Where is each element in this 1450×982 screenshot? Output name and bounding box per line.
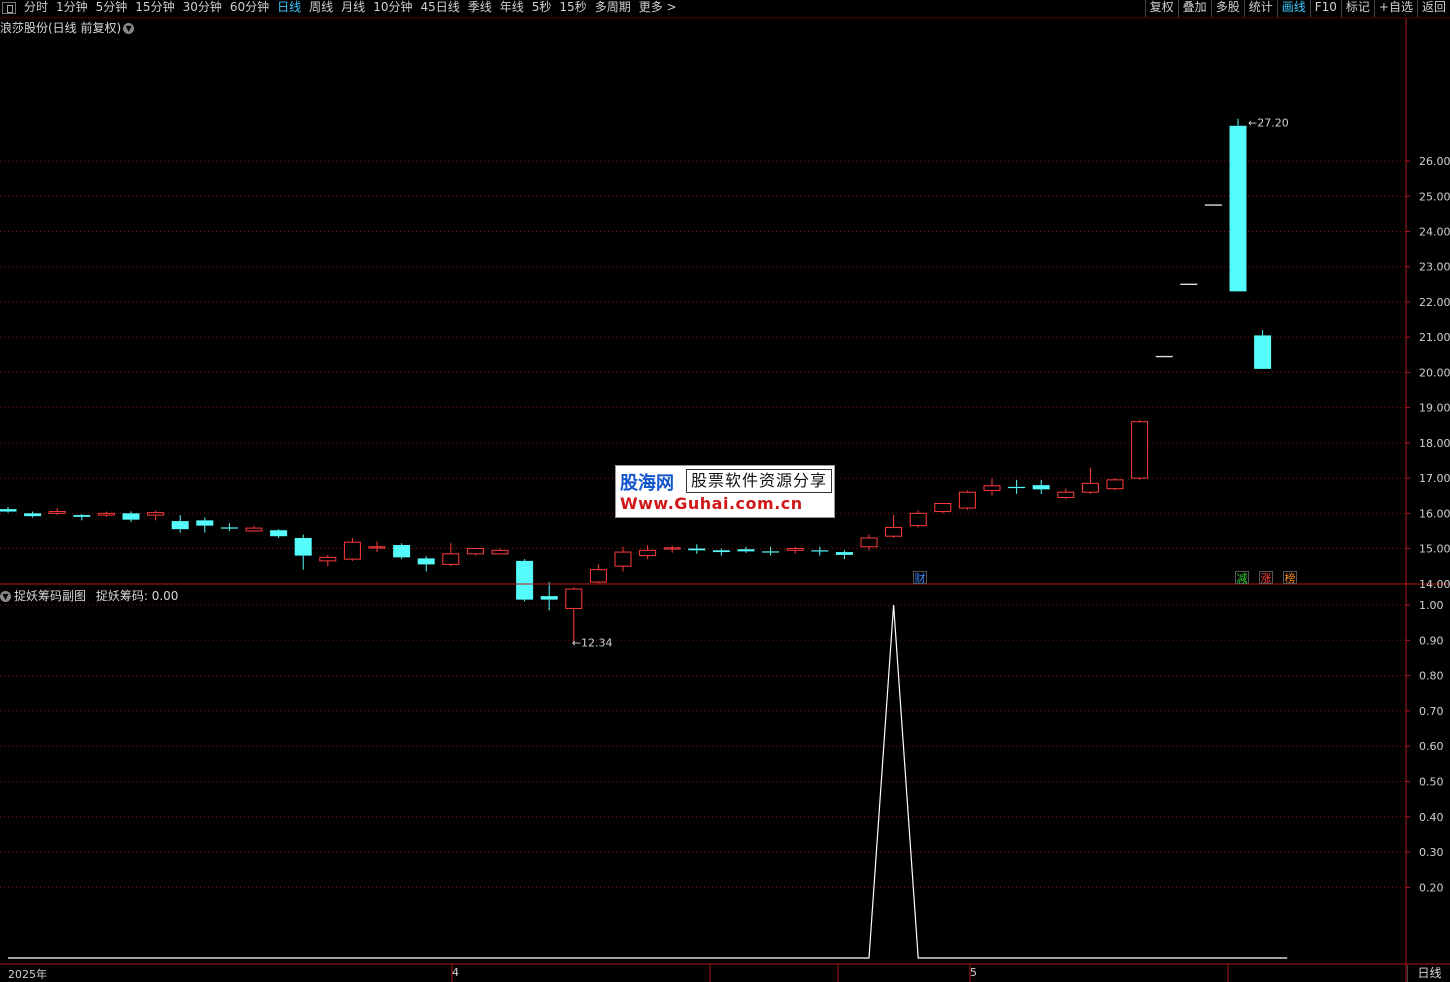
price-tick-label: 14.00 [1419, 578, 1450, 591]
indicator-series-line [8, 604, 1288, 959]
candle-down [835, 552, 853, 555]
watermark: 股海网 股票软件资源分享 Www.Guhai.com.cn [615, 465, 835, 518]
candle-up [983, 485, 1001, 491]
indicator-tick-label: 0.60 [1419, 740, 1444, 753]
high-price-label: ←27.20 [1248, 117, 1289, 130]
period-indicator[interactable]: 日线 [1407, 965, 1450, 982]
candle-up [319, 556, 337, 562]
event-tag-limit-up[interactable]: 涨 [1259, 571, 1273, 585]
indicator-tick-label: 0.40 [1419, 811, 1444, 824]
candle-down [811, 550, 829, 552]
candle-up [491, 549, 509, 555]
candle-down [122, 513, 140, 520]
price-tick-label: 19.00 [1419, 402, 1450, 415]
candle-down [540, 596, 558, 600]
date-label-april: 4 [452, 966, 459, 979]
candle-up [466, 548, 484, 555]
indicator-tick-label: 0.30 [1419, 846, 1444, 859]
indicator-tick-label: 1.00 [1419, 599, 1444, 612]
price-tick-label: 15.00 [1419, 543, 1450, 556]
price-tick-label: 21.00 [1419, 331, 1450, 344]
candle-down [1229, 125, 1247, 292]
candle-down [1032, 485, 1050, 490]
candle-up [860, 537, 878, 548]
candle-up [1106, 479, 1124, 490]
event-tag-finance[interactable]: 财 [913, 571, 927, 585]
candle-up [565, 588, 583, 609]
candle-up [639, 549, 657, 557]
candle-up [958, 491, 976, 509]
candle-down [270, 530, 288, 537]
date-label-year: 2025年 [8, 968, 47, 981]
candle-down [0, 509, 17, 512]
candle-down [417, 558, 435, 565]
candle-down [171, 521, 189, 530]
price-tick-label: 24.00 [1419, 225, 1450, 238]
indicator-tick-label: 0.20 [1419, 881, 1444, 894]
indicator-tick-label: 0.50 [1419, 776, 1444, 789]
price-tick-label: 25.00 [1419, 190, 1450, 203]
candle-up [1131, 421, 1149, 479]
candle-up [147, 512, 165, 516]
candle-down [762, 551, 780, 553]
event-tag-reduce[interactable]: 减 [1235, 571, 1249, 585]
candle-down [294, 537, 312, 556]
price-tick-label: 20.00 [1419, 366, 1450, 379]
candle-down [196, 520, 214, 526]
price-tick-label: 18.00 [1419, 437, 1450, 450]
candle-up [48, 511, 66, 514]
candle-down [712, 550, 730, 553]
candle-up [245, 527, 263, 532]
candle-down [737, 549, 755, 552]
watermark-url: Www.Guhai.com.cn [620, 494, 803, 513]
price-tick-label: 16.00 [1419, 507, 1450, 520]
candle-down [393, 545, 411, 558]
candle-up [97, 512, 115, 516]
candle-up [1081, 482, 1099, 493]
candle-up [885, 526, 903, 537]
candle-down [24, 513, 42, 517]
low-price-label: ←12.34 [572, 636, 613, 649]
event-tag-ranking[interactable]: 榜 [1283, 571, 1297, 585]
candle-down [516, 560, 534, 600]
price-tick-label: 22.00 [1419, 296, 1450, 309]
candle-up [663, 547, 681, 550]
candle-down [73, 515, 91, 517]
candle-down [688, 548, 706, 551]
candle-up [1057, 491, 1075, 498]
watermark-slogan: 股票软件资源分享 [686, 469, 832, 493]
indicator-tick-label: 0.90 [1419, 634, 1444, 647]
candle-up [909, 512, 927, 527]
candle-down [1254, 335, 1272, 369]
date-label-may: 5 [970, 966, 977, 979]
indicator-tick-label: 0.80 [1419, 670, 1444, 683]
candle-up [786, 548, 804, 551]
candle-up [442, 553, 460, 565]
candle-up [343, 541, 361, 560]
candle-up [368, 546, 386, 549]
watermark-brand: 股海网 [620, 473, 674, 494]
candle-down [220, 527, 238, 529]
price-tick-label: 23.00 [1419, 261, 1450, 274]
candle-up [934, 502, 952, 513]
candle-down [1008, 486, 1026, 489]
candle-up [589, 569, 607, 583]
price-tick-label: 26.00 [1419, 155, 1450, 168]
indicator-tick-label: 0.70 [1419, 705, 1444, 718]
candle-up [614, 551, 632, 567]
price-tick-label: 17.00 [1419, 472, 1450, 485]
